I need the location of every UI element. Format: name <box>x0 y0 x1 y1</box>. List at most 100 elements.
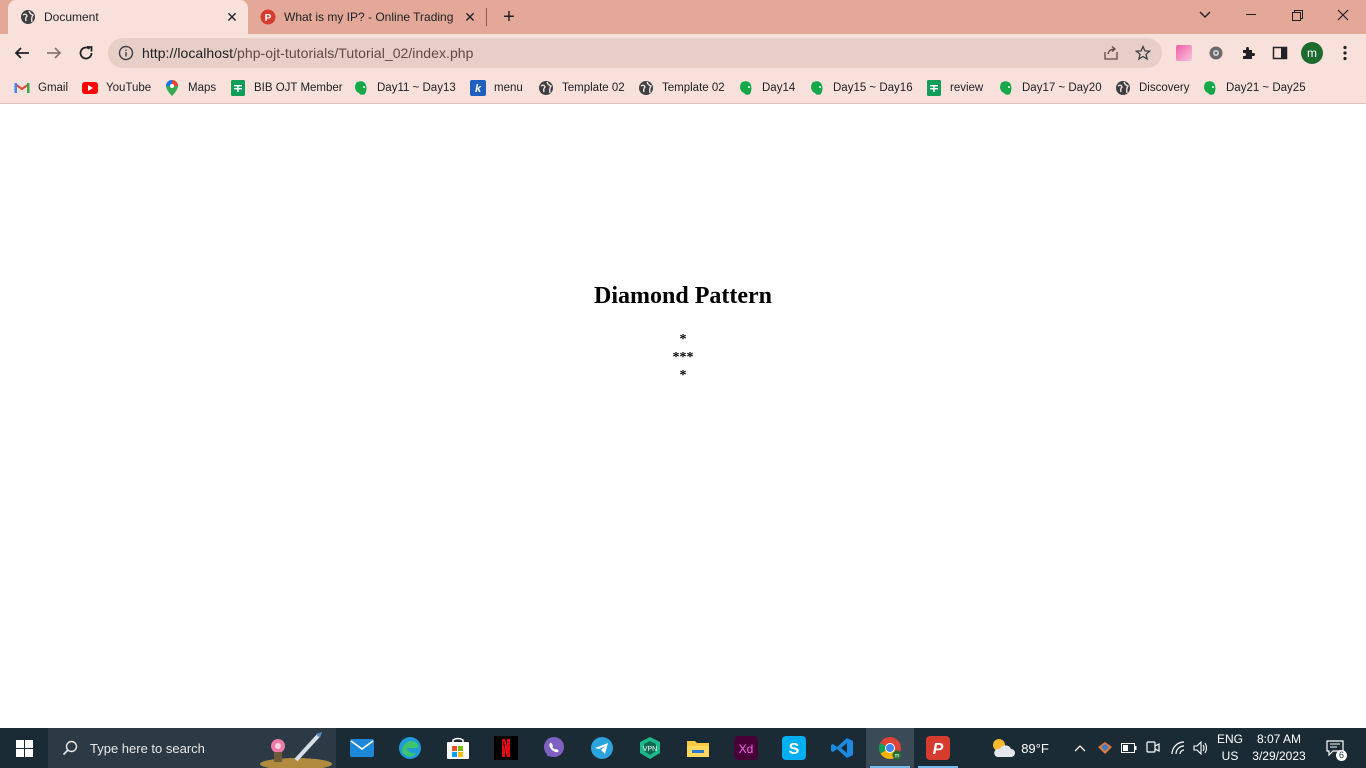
meet-now-icon[interactable] <box>1143 728 1163 768</box>
share-icon[interactable] <box>1098 38 1124 68</box>
globe-icon <box>1115 80 1131 96</box>
file-explorer-icon[interactable] <box>674 728 722 768</box>
partly-cloudy-icon <box>993 739 1016 757</box>
bookmark-star-icon[interactable] <box>1130 38 1156 68</box>
wifi-icon[interactable] <box>1167 728 1189 768</box>
restore-icon[interactable] <box>1274 0 1320 30</box>
notification-center-icon[interactable]: 6 <box>1322 728 1348 768</box>
url-text: http://localhost/php-ojt-tutorials/Tutor… <box>142 45 473 61</box>
tray-app-icon[interactable] <box>1095 728 1115 768</box>
gmail-icon <box>14 80 30 96</box>
weather-widget[interactable]: 89°F <box>984 728 1054 768</box>
region-code: US <box>1221 749 1239 763</box>
search-icon <box>62 740 78 756</box>
evernote-icon <box>998 80 1014 96</box>
skype-icon[interactable]: S <box>770 728 818 768</box>
windows-start-icon[interactable] <box>0 728 48 768</box>
telegram-icon[interactable] <box>578 728 626 768</box>
extension-gradient-icon[interactable] <box>1174 43 1194 63</box>
chevron-up-icon[interactable] <box>1070 728 1090 768</box>
netflix-icon[interactable] <box>482 728 530 768</box>
plus-icon[interactable]: + <box>498 6 520 28</box>
bookmark-menu[interactable]: k menu <box>470 78 523 98</box>
taskbar: Type here to search VPN Xd S m P 89°F EN… <box>0 728 1366 768</box>
evernote-icon <box>353 80 369 96</box>
svg-text:P: P <box>933 741 944 758</box>
microsoft-store-icon[interactable] <box>434 728 482 768</box>
evernote-icon <box>809 80 825 96</box>
bookmark-gmail[interactable]: Gmail <box>14 78 68 98</box>
bookmark-day15-day16[interactable]: Day15 ~ Day16 <box>809 78 913 98</box>
bookmark-day21-day25[interactable]: Day21 ~ Day25 <box>1202 78 1306 98</box>
battery-icon[interactable] <box>1119 728 1139 768</box>
menu-kebab-icon[interactable] <box>1335 43 1355 63</box>
sheets-icon <box>926 80 942 96</box>
clock-date: 3/29/2023 <box>1252 749 1306 763</box>
tab-title: Document <box>44 10 99 24</box>
page-content: Diamond Pattern * *** * <box>0 105 1366 728</box>
input-language[interactable]: ENG US <box>1212 731 1248 765</box>
bookmark-template-02-second[interactable]: Template 02 <box>638 78 725 98</box>
back-icon[interactable] <box>8 39 36 67</box>
vscode-icon[interactable] <box>818 728 866 768</box>
chrome-icon[interactable]: m <box>866 728 914 768</box>
close-tab-icon[interactable]: ✕ <box>460 7 480 27</box>
minimize-icon[interactable] <box>1228 0 1274 30</box>
close-window-icon[interactable] <box>1320 0 1366 30</box>
tab-divider <box>486 8 487 26</box>
vpn-shield-icon[interactable]: VPN <box>626 728 674 768</box>
adobe-xd-icon[interactable]: Xd <box>722 728 770 768</box>
svg-text:m: m <box>895 754 900 760</box>
page-title: Diamond Pattern <box>594 283 772 309</box>
language-code: ENG <box>1216 732 1243 746</box>
pattern-line: *** <box>672 350 694 365</box>
url-path: /php-ojt-tutorials/Tutorial_02/index.php <box>233 45 474 61</box>
bookmark-youtube[interactable]: YouTube <box>82 78 151 98</box>
profile-avatar[interactable]: m <box>1301 42 1323 64</box>
side-panel-icon[interactable] <box>1270 43 1290 63</box>
bookmark-template-02[interactable]: Template 02 <box>538 78 625 98</box>
diamond-pattern: * *** * <box>0 331 1366 385</box>
evernote-icon <box>1202 80 1218 96</box>
svg-text:k: k <box>475 83 482 95</box>
extensions-puzzle-icon[interactable] <box>1238 43 1258 63</box>
url-host: http://localhost <box>142 45 234 61</box>
mail-icon[interactable] <box>338 728 386 768</box>
evernote-icon <box>738 80 754 96</box>
viber-icon[interactable] <box>530 728 578 768</box>
notification-count-badge: 6 <box>1335 750 1347 761</box>
tab-strip: Document ✕ P What is my IP? - Online Tra… <box>0 0 1366 34</box>
tab-search-chevron-icon[interactable] <box>1182 0 1228 30</box>
bookmark-maps[interactable]: Maps <box>164 78 216 98</box>
bookmark-discovery[interactable]: Discovery <box>1115 78 1189 98</box>
forward-icon[interactable] <box>40 39 68 67</box>
tab-document[interactable]: Document ✕ <box>8 0 248 34</box>
weather-temperature: 89°F <box>1021 740 1049 756</box>
svg-text:VPN: VPN <box>643 746 657 753</box>
bookmark-day14[interactable]: Day14 <box>738 78 795 98</box>
address-bar[interactable]: http://localhost/php-ojt-tutorials/Tutor… <box>108 38 1162 68</box>
extension-gear-icon[interactable] <box>1206 43 1226 63</box>
edge-icon[interactable] <box>386 728 434 768</box>
bookmark-review[interactable]: review <box>926 78 983 98</box>
pattern-line: * <box>679 332 687 347</box>
globe-icon <box>638 80 654 96</box>
bookmark-bib-ojt-member[interactable]: BIB OJT Member <box>230 78 343 98</box>
reload-icon[interactable] <box>72 39 100 67</box>
bookmark-day17-day20[interactable]: Day17 ~ Day20 <box>998 78 1102 98</box>
maps-icon <box>164 80 180 96</box>
svg-text:P: P <box>265 13 272 24</box>
system-clock[interactable]: 8:07 AM 3/29/2023 <box>1246 731 1312 765</box>
search-highlight-illustration-icon <box>260 732 332 768</box>
site-info-icon[interactable] <box>118 45 134 61</box>
youtube-icon <box>82 80 98 96</box>
tab-whatismyip[interactable]: P What is my IP? - Online Trading ✕ <box>248 0 486 34</box>
browser-toolbar: http://localhost/php-ojt-tutorials/Tutor… <box>0 34 1366 72</box>
volume-icon[interactable] <box>1190 728 1212 768</box>
close-tab-icon[interactable]: ✕ <box>222 7 242 27</box>
psiphon-icon[interactable]: P <box>914 728 962 768</box>
bookmark-day11-day13[interactable]: Day11 ~ Day13 <box>353 78 456 98</box>
svg-text:Xd: Xd <box>739 742 754 756</box>
psiphon-icon: P <box>260 9 276 25</box>
taskbar-search-box[interactable]: Type here to search <box>48 728 336 768</box>
